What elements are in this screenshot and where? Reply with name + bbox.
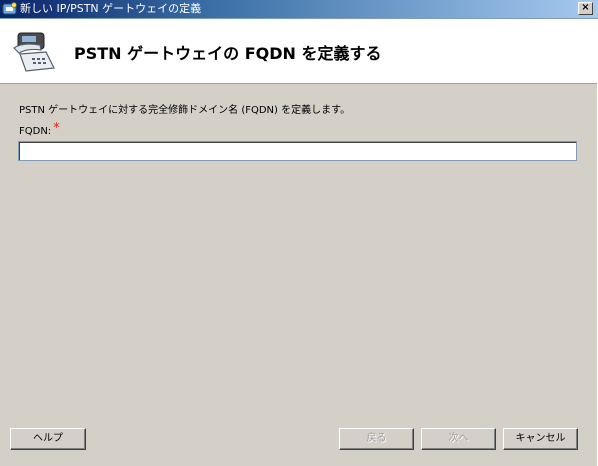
help-button[interactable]: ヘルプ [10,428,86,450]
title-bar[interactable]: 新しい IP/PSTN ゲートウェイの定義 × [0,0,598,19]
description-text: PSTN ゲートウェイに対する完全修飾ドメイン名 (FQDN) を定義します。 [19,105,351,116]
fqdn-label: FQDN: * [19,121,60,138]
telephone-gateway-icon [10,30,60,74]
window-title: 新しい IP/PSTN ゲートウェイの定義 [20,2,202,15]
back-button[interactable]: 戻る [339,428,414,450]
app-icon [2,1,18,17]
next-button[interactable]: 次へ [421,428,496,450]
fqdn-input[interactable] [18,141,577,161]
close-button[interactable]: × [578,2,593,15]
wizard-header: PSTN ゲートウェイの FQDN を定義する [0,19,597,84]
fqdn-label-text: FQDN: [19,126,52,137]
page-title: PSTN ゲートウェイの FQDN を定義する [74,44,382,63]
required-indicator: * [53,121,60,136]
wizard-window: 新しい IP/PSTN ゲートウェイの定義 × PSTN ゲートウェイの FQD… [0,0,598,466]
close-icon: × [581,2,590,13]
cancel-button[interactable]: キャンセル [503,428,578,450]
